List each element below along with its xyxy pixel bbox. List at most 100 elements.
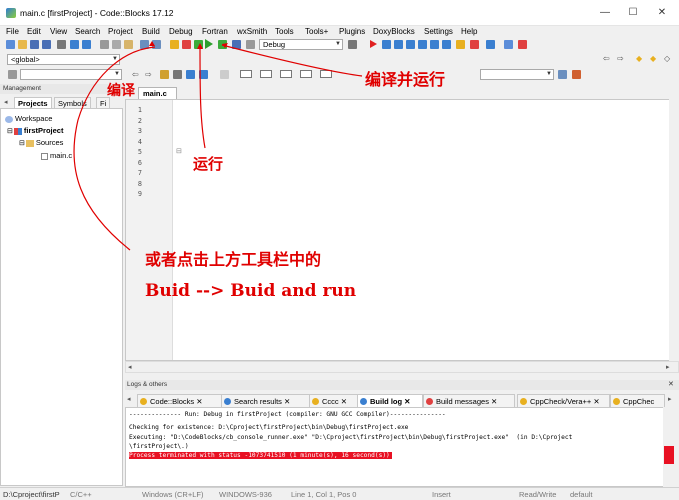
step-into-icon[interactable]	[406, 40, 415, 49]
next-instruction-icon[interactable]	[430, 40, 439, 49]
menu-view[interactable]: View	[50, 26, 67, 37]
menu-project[interactable]: Project	[108, 26, 133, 37]
break-debugger-icon[interactable]	[456, 40, 465, 49]
forward-arrow-icon[interactable]: ⇨	[145, 70, 152, 79]
nav-forward-icon[interactable]: ⇨	[617, 54, 624, 63]
bookmark-next-icon[interactable]: ◆	[650, 54, 656, 63]
menu-search[interactable]: Search	[75, 26, 100, 37]
switch-block-icon[interactable]	[320, 70, 332, 78]
frame-icon[interactable]	[240, 70, 252, 78]
back-arrow-icon[interactable]: ⇦	[132, 70, 139, 79]
tab-scroll-right-icon[interactable]: ▸	[668, 395, 672, 403]
tab-cppcheck[interactable]: CppChec	[610, 394, 665, 407]
jump-icon[interactable]	[8, 70, 17, 79]
new-file-icon[interactable]	[6, 40, 15, 49]
collapse-icon[interactable]: ⊟	[19, 140, 25, 147]
tree-item-workspace[interactable]: Workspace	[5, 114, 52, 124]
tab-build-messages[interactable]: Build messages ✕	[423, 394, 515, 407]
block-icon[interactable]	[260, 70, 272, 78]
tree-item-firstproject[interactable]: ⊟ firstProject	[7, 126, 63, 137]
menu-tools[interactable]: Tools	[275, 26, 294, 37]
scroll-right-icon[interactable]: ▸	[666, 363, 670, 371]
menu-file[interactable]: File	[6, 26, 19, 37]
stop-icon[interactable]	[182, 40, 191, 49]
undo-icon[interactable]	[70, 40, 79, 49]
tab-cppcheck-vera[interactable]: CppCheck/Vera++ ✕	[517, 394, 610, 407]
menu-edit[interactable]: Edit	[27, 26, 41, 37]
menu-settings[interactable]: Settings	[424, 26, 453, 37]
cut-icon[interactable]	[57, 40, 66, 49]
maximize-button[interactable]: ☐	[626, 6, 640, 20]
replace-icon[interactable]	[152, 40, 161, 49]
find-icon[interactable]	[140, 40, 149, 49]
abort-icon[interactable]	[246, 40, 255, 49]
function-select[interactable]: ▼	[20, 69, 122, 80]
editor-horizontal-scrollbar[interactable]: ◂ ▸	[125, 361, 679, 373]
tab-projects[interactable]: Projects	[14, 97, 52, 108]
tab-symbols[interactable]: Symbols	[54, 97, 91, 108]
menu-debug[interactable]: Debug	[169, 26, 193, 37]
step-out-icon[interactable]	[418, 40, 427, 49]
tab-scroll-left-icon[interactable]: ◂	[4, 98, 8, 106]
menu-wxsmith[interactable]: wxSmith	[237, 26, 267, 37]
copy-icon[interactable]	[112, 40, 121, 49]
menu-build[interactable]: Build	[142, 26, 160, 37]
bookmark-clear-icon[interactable]: ◇	[664, 54, 670, 63]
toggle-comment-icon[interactable]	[173, 70, 182, 79]
tab-cccc[interactable]: Cccc ✕	[309, 394, 359, 407]
tab-search-results[interactable]: Search results ✕	[221, 394, 313, 407]
menu-plugins[interactable]: Plugins	[339, 26, 365, 37]
debug-continue-icon[interactable]	[370, 40, 377, 48]
redo-icon[interactable]	[82, 40, 91, 49]
tab-scroll-left-icon[interactable]: ◂	[127, 395, 131, 403]
code-editor[interactable]: 1 2 3 4 5 6 7 8 9 ⊟	[125, 99, 679, 361]
nav-back-icon[interactable]: ⇦	[603, 54, 610, 63]
if-block-icon[interactable]	[280, 70, 292, 78]
tree-item-sources[interactable]: ⊟ Sources	[19, 138, 63, 149]
paste-icon[interactable]	[124, 40, 133, 49]
highlight-icon[interactable]	[160, 70, 169, 79]
menu-doxyblocks[interactable]: DoxyBlocks	[373, 26, 415, 37]
logs-scrollbar-thumb[interactable]	[664, 446, 674, 464]
run-icon[interactable]	[205, 39, 213, 49]
fold-marker-icon[interactable]: ⊟	[176, 147, 182, 155]
collapse-icon[interactable]: ⊟	[7, 128, 13, 135]
loop-block-icon[interactable]	[300, 70, 312, 78]
close-logs-icon[interactable]: ✕	[668, 380, 674, 390]
save-icon[interactable]	[30, 40, 39, 49]
search-icon[interactable]	[558, 70, 567, 79]
search-input[interactable]: ▼	[480, 69, 554, 80]
tab-build-log[interactable]: Build log ✕	[357, 394, 423, 407]
match-brace-icon[interactable]	[186, 70, 195, 79]
cut-toolbar-icon[interactable]	[100, 40, 109, 49]
build-log-output[interactable]: -------------- Run: Debug in firstProjec…	[125, 407, 667, 487]
save-all-icon[interactable]	[42, 40, 51, 49]
scope-select[interactable]: <global> ▼	[7, 54, 120, 65]
stop-debugger-icon[interactable]	[470, 40, 479, 49]
open-file-icon[interactable]	[18, 40, 27, 49]
scroll-left-icon[interactable]: ◂	[128, 363, 132, 371]
build-icon[interactable]	[194, 40, 203, 49]
select-icon[interactable]	[199, 70, 208, 79]
target-dialog-icon[interactable]	[348, 40, 357, 49]
close-button[interactable]: ✕	[655, 6, 669, 20]
bookmark-icon[interactable]: ◆	[636, 54, 642, 63]
build-target-select[interactable]: Debug ▼	[259, 39, 343, 50]
step-into-instruction-icon[interactable]	[442, 40, 451, 49]
tab-codeblocks-log[interactable]: Code::Blocks ✕	[137, 394, 229, 407]
minimize-button[interactable]: —	[598, 6, 612, 20]
pointer-icon[interactable]	[220, 70, 229, 79]
build-gear-icon[interactable]	[170, 40, 179, 49]
next-line-icon[interactable]	[394, 40, 403, 49]
search-options-icon[interactable]	[572, 70, 581, 79]
debug-windows-icon[interactable]	[486, 40, 495, 49]
tree-item-main-c[interactable]: main.c	[41, 151, 72, 161]
settings-icon[interactable]	[518, 40, 527, 49]
info-icon[interactable]	[504, 40, 513, 49]
tab-main-c[interactable]: main.c	[138, 87, 177, 99]
editor-vertical-scrollbar[interactable]	[669, 99, 679, 361]
build-and-run-icon[interactable]	[218, 40, 227, 49]
menu-help[interactable]: Help	[461, 26, 477, 37]
run-to-cursor-icon[interactable]	[382, 40, 391, 49]
menu-tools-plus[interactable]: Tools+	[305, 26, 328, 37]
